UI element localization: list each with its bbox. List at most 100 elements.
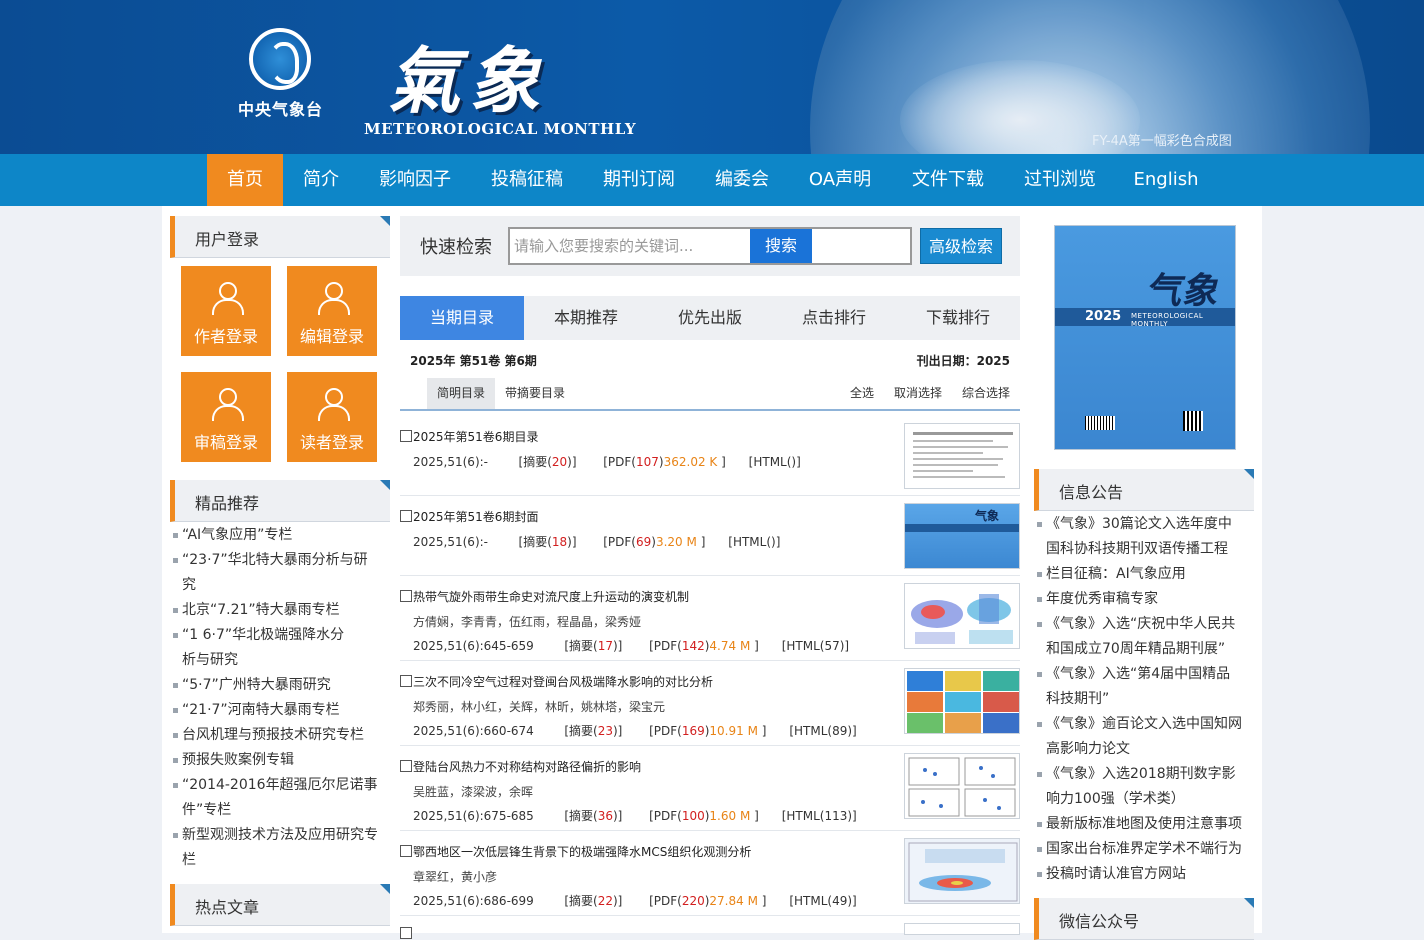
combined-select-link[interactable]: 综合选择 — [962, 378, 1010, 409]
notice-item-cont[interactable]: 国科协科技期刊双语传播工程 — [1046, 537, 1228, 562]
article-checkbox[interactable] — [400, 510, 412, 522]
article-checkbox[interactable] — [400, 590, 412, 602]
notice-item[interactable]: 《气象》入选“庆祝中华人民共 — [1036, 612, 1235, 637]
advanced-search-button[interactable]: 高级检索 — [920, 228, 1002, 264]
featured-item-cont[interactable]: 究 — [182, 573, 196, 598]
nav-english[interactable]: English — [1115, 154, 1217, 206]
abstract-link[interactable]: [摘要(23)] — [564, 724, 622, 738]
reviewer-login-button[interactable]: 审稿登录 — [181, 372, 271, 462]
search-extra-field[interactable] — [812, 227, 912, 265]
notice-item[interactable]: 《气象》逾百论文入选中国知网 — [1037, 712, 1242, 737]
nav-impact-factor[interactable]: 影响因子 — [359, 154, 471, 206]
notice-item[interactable]: 国家出台标准界定学术不端行为 — [1037, 837, 1242, 862]
notice-item[interactable]: 栏目征稿：AI气象应用 — [1037, 562, 1186, 587]
notice-item-cont[interactable]: 和国成立70周年精品期刊展” — [1046, 637, 1225, 662]
article-title[interactable]: 登陆台风热力不对称结构对路径偏折的影响 — [413, 758, 641, 775]
nav-archive[interactable]: 过刊浏览 — [1005, 154, 1115, 206]
article-checkbox[interactable] — [400, 675, 412, 687]
featured-item-cont[interactable]: 栏 — [182, 848, 196, 873]
pdf-link[interactable]: [PDF(220)27.84 M ] — [649, 894, 766, 908]
nav-editorial-board[interactable]: 编委会 — [695, 154, 789, 206]
notice-item[interactable]: 最新版标准地图及使用注意事项 — [1037, 812, 1242, 837]
featured-item[interactable]: “1 6·7”华北极端强降水分 — [172, 623, 344, 648]
html-link[interactable]: [HTML(89)] — [789, 724, 856, 738]
featured-item[interactable]: 台风机理与预报技术研究专栏 — [173, 723, 364, 748]
html-link[interactable]: [HTML()] — [749, 455, 801, 469]
notice-item-cont[interactable]: 高影响力论文 — [1046, 737, 1130, 762]
article-title[interactable]: 2025年第51卷6期封面 — [413, 508, 538, 525]
abstract-link[interactable]: [摘要(22)] — [564, 894, 622, 908]
article-checkbox[interactable] — [400, 760, 412, 772]
article-thumbnail[interactable] — [904, 668, 1020, 734]
nav-oa-statement[interactable]: OA声明 — [789, 154, 891, 206]
nav-home[interactable]: 首页 — [207, 154, 283, 206]
article-thumbnail[interactable] — [904, 583, 1020, 649]
pdf-link[interactable]: [PDF(142)4.74 M ] — [649, 639, 759, 653]
featured-item[interactable]: “5·7”广州特大暴雨研究 — [173, 673, 331, 698]
featured-item[interactable]: “2014-2016年超强厄尔尼诺事 — [173, 773, 378, 798]
nav-intro[interactable]: 简介 — [283, 154, 359, 206]
article-thumbnail[interactable] — [904, 923, 1020, 935]
author-login-button[interactable]: 作者登录 — [181, 266, 271, 356]
article-checkbox[interactable] — [400, 430, 412, 442]
article-title[interactable]: 鄂西地区一次低层锋生背景下的极端强降水MCS组织化观测分析 — [413, 843, 751, 860]
abstract-link[interactable]: [摘要(18)] — [519, 535, 577, 549]
featured-item[interactable]: “AI气象应用”专栏 — [172, 523, 292, 548]
article-cite: 2025,51(6):660-674 — [413, 724, 534, 738]
notice-item-cont[interactable]: 响力100强（学术类） — [1046, 787, 1185, 812]
tab-clicks[interactable]: 点击排行 — [772, 296, 896, 340]
article-thumbnail[interactable]: 气象 — [904, 503, 1020, 569]
pdf-link[interactable]: [PDF(100)1.60 M ] — [649, 809, 759, 823]
select-all-link[interactable]: 全选 — [850, 378, 874, 409]
abstract-link[interactable]: [摘要(20)] — [519, 455, 577, 469]
cma-logo-icon[interactable] — [249, 28, 311, 90]
article-meta: 2025,51(6):- [摘要(20)] [PDF(107)362.02 K … — [413, 453, 801, 470]
pdf-link[interactable]: [PDF(69)3.20 M ] — [603, 535, 705, 549]
html-link[interactable]: [HTML(57)] — [782, 639, 849, 653]
article-thumbnail[interactable] — [904, 838, 1020, 904]
notice-item[interactable]: 投稿时请认准官方网站 — [1037, 862, 1186, 887]
pdf-end: ] — [754, 639, 759, 653]
notice-item[interactable]: 《气象》入选2018期刊数字影 — [1037, 762, 1236, 787]
article-thumbnail[interactable] — [904, 753, 1020, 819]
featured-item[interactable]: “23·7”华北特大暴雨分析与研 — [173, 548, 368, 573]
pdf-link[interactable]: [PDF(107)362.02 K ] — [603, 455, 726, 469]
tab-current-issue[interactable]: 当期目录 — [400, 296, 524, 340]
article-checkbox[interactable] — [400, 927, 412, 939]
search-input[interactable] — [508, 227, 751, 265]
tab-priority[interactable]: 优先出版 — [648, 296, 772, 340]
featured-item-cont[interactable]: 件”专栏 — [182, 798, 231, 823]
article-thumbnail[interactable] — [904, 423, 1020, 489]
featured-item[interactable]: 新型观测技术方法及应用研究专 — [173, 823, 378, 848]
notice-item[interactable]: 《气象》30篇论文入选年度中 — [1037, 512, 1232, 537]
tab-recommended[interactable]: 本期推荐 — [524, 296, 648, 340]
html-link[interactable]: [HTML(49)] — [789, 894, 856, 908]
html-link[interactable]: [HTML()] — [728, 535, 780, 549]
subtab-abstract[interactable]: 带摘要目录 — [505, 378, 565, 409]
nav-submission[interactable]: 投稿征稿 — [471, 154, 583, 206]
nav-subscription[interactable]: 期刊订阅 — [583, 154, 695, 206]
featured-item[interactable]: 北京“7.21”特大暴雨专栏 — [173, 598, 340, 623]
notice-item-cont[interactable]: 科技期刊” — [1046, 687, 1109, 712]
featured-item-cont[interactable]: 析与研究 — [182, 648, 238, 673]
search-button[interactable]: 搜索 — [750, 227, 812, 265]
abstract-link[interactable]: [摘要(17)] — [564, 639, 622, 653]
nav-downloads[interactable]: 文件下载 — [891, 154, 1005, 206]
html-link[interactable]: [HTML(113)] — [782, 809, 857, 823]
notice-item[interactable]: 《气象》入选“第4届中国精品 — [1036, 662, 1230, 687]
reader-login-button[interactable]: 读者登录 — [287, 372, 377, 462]
featured-item[interactable]: “21·7”河南特大暴雨专栏 — [173, 698, 340, 723]
editor-login-button[interactable]: 编辑登录 — [287, 266, 377, 356]
subtab-brief[interactable]: 简明目录 — [427, 378, 496, 409]
deselect-link[interactable]: 取消选择 — [894, 378, 942, 409]
article-title[interactable]: 热带气旋外雨带生命史对流尺度上升运动的演变机制 — [413, 588, 689, 605]
article-title[interactable]: 2025年第51卷6期目录 — [413, 428, 538, 445]
notice-item[interactable]: 年度优秀审稿专家 — [1037, 587, 1158, 612]
tab-downloads[interactable]: 下载排行 — [896, 296, 1020, 340]
featured-item[interactable]: 预报失败案例专辑 — [173, 748, 294, 773]
article-title[interactable]: 三次不同冷空气过程对登闽台风极端降水影响的对比分析 — [413, 673, 713, 690]
abstract-link[interactable]: [摘要(36)] — [564, 809, 622, 823]
journal-cover[interactable]: 气象 2025 METEOROLOGICAL MONTHLY — [1055, 226, 1235, 449]
pdf-link[interactable]: [PDF(169)10.91 M ] — [649, 724, 766, 738]
article-checkbox[interactable] — [400, 845, 412, 857]
